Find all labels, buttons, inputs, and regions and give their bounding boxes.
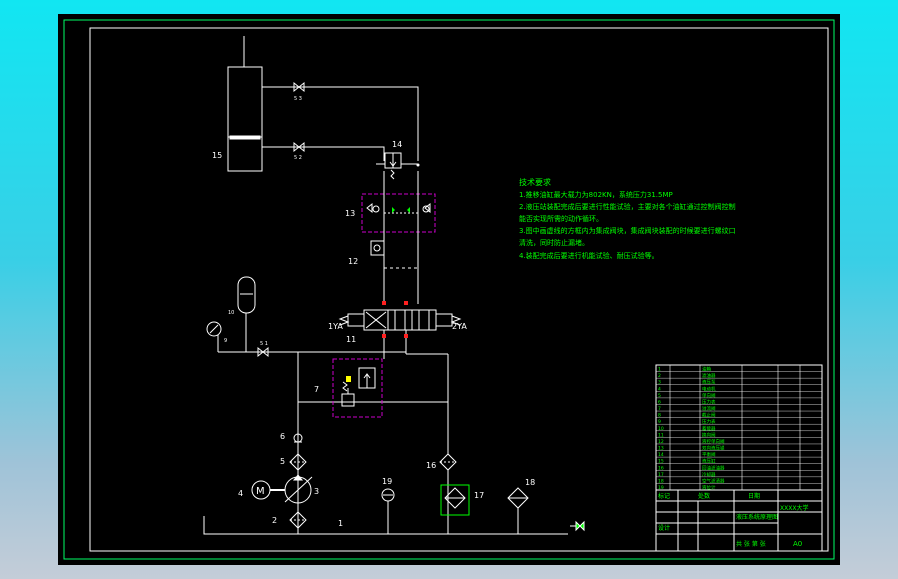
label-18: 18	[525, 478, 535, 487]
title-sheet-label: 共 张 第 张	[736, 540, 766, 548]
label-5: 5	[280, 457, 285, 466]
parts-row-name: 空气滤清器	[702, 477, 725, 484]
parts-row-name: 压力表	[702, 418, 716, 425]
parts-row-name: 冷却器	[702, 471, 716, 478]
label-19: 19	[382, 477, 392, 486]
label-3: 3	[314, 487, 319, 496]
parts-row-name: 液压缸	[702, 458, 716, 465]
parts-row-name: 滤油器	[702, 372, 716, 379]
parts-row-name: 蓄能器	[702, 425, 716, 432]
technical-requirements: 技术要求 1.推移油缸最大载力为802KN，系统压力31.5MP 2.液压站装配…	[519, 177, 736, 260]
directional-valve-11	[338, 309, 462, 354]
parts-row-number: 5	[658, 393, 661, 399]
requirements-title: 技术要求	[519, 177, 551, 187]
parts-row-number: 15	[658, 459, 664, 465]
label-7: 7	[314, 385, 319, 394]
outer-frame	[63, 19, 835, 560]
parts-row-number: 11	[658, 432, 664, 438]
cylinder-pipes	[262, 86, 419, 161]
title-date-label: 日期	[748, 492, 760, 500]
parts-row-number: 13	[658, 446, 664, 452]
label-12: 12	[348, 257, 358, 266]
label-4: 4	[238, 489, 243, 498]
accumulator-10	[237, 276, 256, 352]
parts-row-number: 4	[658, 386, 661, 392]
label-53: 5 3	[294, 96, 302, 102]
requirement-line-5: 清洗，同时防止漏堵。	[519, 238, 589, 247]
parts-row-number: 9	[658, 419, 661, 425]
parts-row-name: 液控单向阀	[702, 438, 725, 445]
title-block: 标记 处数 日期 设计 液压系统原理图 XXXX大学 共 张 第 张 A0	[655, 489, 823, 552]
parts-row-number: 1	[658, 367, 661, 373]
parts-row-number: 18	[658, 478, 664, 484]
title-sign-label: 标记	[658, 492, 670, 500]
parts-row-number: 6	[658, 399, 661, 405]
parts-row-number: 8	[658, 413, 661, 419]
requirement-line-6: 4.装配完成后要进行机能试验、耐压试验等。	[519, 251, 659, 260]
label-6: 6	[280, 432, 285, 441]
air-filter-18	[507, 487, 529, 534]
drain-valve	[570, 520, 585, 532]
hydraulic-cylinder-15	[227, 36, 263, 172]
parts-row-name: 双向液压锁	[702, 445, 725, 452]
title-school: XXXX大学	[780, 504, 808, 512]
requirement-line-1: 1.推移油缸最大载力为802KN，系统压力31.5MP	[519, 190, 673, 199]
title-drawing-name: 液压系统原理图	[736, 513, 778, 521]
label-sol-1ya: 1YA	[328, 322, 343, 331]
balance-valve-14	[376, 152, 418, 180]
parts-row-name: 液压泵	[702, 379, 716, 386]
requirement-line-4: 3.图中画虚线的方框内为集成阀块，集成阀块装配的时候要进行螺纹口	[519, 226, 736, 235]
cooler-17	[440, 484, 470, 516]
parts-row-number: 2	[658, 373, 661, 379]
label-15: 15	[212, 151, 222, 160]
parts-row-number: 10	[658, 426, 664, 432]
parts-row-name: 截止阀	[702, 412, 716, 419]
requirement-line-2: 2.液压站装配完成后要进行性能试验，主要对各个油缸通过控制阀控制	[519, 202, 736, 211]
label-9: 9	[224, 338, 227, 344]
parts-row-name: 平衡阀	[702, 451, 716, 458]
parts-row-number: 3	[658, 380, 661, 386]
hydraulic-schematic: 15 5 3 5 2 14 13 12 1YA 2YA 11 7 10 9 5 …	[63, 19, 835, 560]
title-scale: A0	[793, 540, 802, 548]
level-gauge-19	[381, 488, 395, 534]
parts-row-number: 7	[658, 406, 661, 412]
label-13: 13	[345, 209, 355, 218]
return-filter-16	[406, 353, 457, 534]
junction-14	[416, 163, 420, 167]
parts-row-name: 回油滤油器	[702, 464, 725, 471]
pilot-check-valve-12	[370, 239, 419, 304]
motor-letter: M	[256, 486, 265, 497]
parts-row-name: 油箱	[702, 366, 711, 373]
tank-line-1	[203, 516, 568, 535]
parts-row-number: 16	[658, 465, 664, 471]
parts-row-name: 压力表	[702, 398, 716, 405]
label-1: 1	[338, 519, 343, 528]
requirement-line-3: 能否实现所需的动作循环。	[519, 214, 603, 223]
label-10: 10	[228, 310, 234, 316]
parts-row-number: 17	[658, 472, 664, 478]
title-designer-label: 设计	[658, 524, 670, 532]
parts-row-name: 单向阀	[702, 392, 716, 399]
label-14: 14	[392, 140, 402, 149]
parts-row-name: 溢流阀	[702, 405, 716, 412]
inner-frame	[89, 27, 829, 552]
parts-row-name: 电动机	[702, 385, 716, 392]
pressure-gauge-9	[206, 321, 222, 352]
label-17: 17	[474, 491, 484, 500]
drawing-sheet: 15 5 3 5 2 14 13 12 1YA 2YA 11 7 10 9 5 …	[58, 14, 840, 565]
label-16: 16	[426, 461, 436, 470]
label-11: 11	[346, 335, 356, 344]
relief-valve-7	[332, 358, 383, 418]
label-51: 5 1	[260, 341, 268, 347]
parts-list: 1 油箱 2 滤油器 3 液压泵 4 电动机 5 单向阀 6 压力表 7 溢流阀 8 截止阀 9 压力表 10 蓄能器…	[655, 364, 823, 491]
parts-row-number: 12	[658, 439, 664, 445]
label-sol-2ya: 2YA	[452, 322, 467, 331]
hydraulic-lock-13	[361, 171, 436, 239]
parts-row-number: 14	[658, 452, 664, 458]
parts-row-name: 换向阀	[702, 431, 716, 438]
label-2: 2	[272, 516, 277, 525]
label-52: 5 2	[294, 155, 302, 161]
title-count-label: 处数	[698, 492, 710, 500]
